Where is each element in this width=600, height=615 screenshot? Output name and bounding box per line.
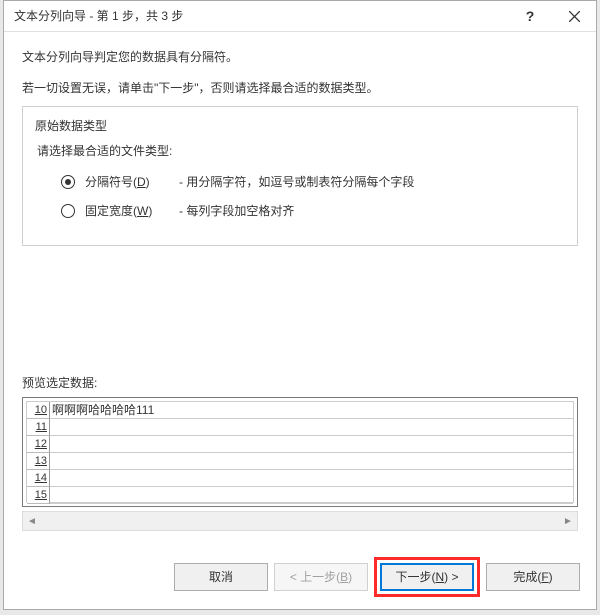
wizard-body: 文本分列向导判定您的数据具有分隔符。 若一切设置无误，请单击"下一步"，否则请选… xyxy=(4,32,596,541)
window-title: 文本分列向导 - 第 1 步，共 3 步 xyxy=(14,1,508,31)
radio-icon-selected xyxy=(61,175,75,189)
preview-row-text xyxy=(50,487,573,504)
preview-row: 15 xyxy=(27,487,573,504)
radio-fixed-label: 固定宽度(W) xyxy=(85,202,169,219)
title-bar: 文本分列向导 - 第 1 步，共 3 步 ? xyxy=(4,1,596,32)
preview-row-number: 12 xyxy=(27,436,50,453)
help-button[interactable]: ? xyxy=(508,1,552,31)
radio-delimited[interactable]: 分隔符号(D) - 用分隔字符，如逗号或制表符分隔每个字段 xyxy=(61,173,563,190)
next-button-highlight: 下一步(N) > xyxy=(374,557,480,597)
description-line-1: 文本分列向导判定您的数据具有分隔符。 xyxy=(22,48,578,65)
back-button: < 上一步(B) xyxy=(274,563,368,591)
scroll-right-icon[interactable]: ► xyxy=(559,512,577,530)
preview-row: 14 xyxy=(27,470,573,487)
radio-fixed-desc: - 每列字段加空格对齐 xyxy=(179,202,294,219)
preview-row: 13 xyxy=(27,453,573,470)
close-button[interactable] xyxy=(552,1,596,31)
radio-icon-unselected xyxy=(61,204,75,218)
button-row: 取消 < 上一步(B) 下一步(N) > 完成(F) xyxy=(174,557,580,597)
cancel-button[interactable]: 取消 xyxy=(174,563,268,591)
preview-row: 10啊啊啊哈哈哈哈111 xyxy=(27,402,573,419)
preview-row: 11 xyxy=(27,419,573,436)
description-line-2: 若一切设置无误，请单击"下一步"，否则请选择最合适的数据类型。 xyxy=(22,79,578,96)
wizard-window: 文本分列向导 - 第 1 步，共 3 步 ? 文本分列向导判定您的数据具有分隔符… xyxy=(3,0,597,610)
preview-row-text xyxy=(50,470,573,487)
finish-button[interactable]: 完成(F) xyxy=(486,563,580,591)
preview-row-number: 14 xyxy=(27,470,50,487)
preview-row-text xyxy=(50,436,573,453)
close-icon xyxy=(569,11,580,22)
preview-row: 12 xyxy=(27,436,573,453)
preview-row-text xyxy=(50,419,573,436)
preview-hscrollbar[interactable]: ◄ ► xyxy=(22,511,578,531)
scroll-left-icon[interactable]: ◄ xyxy=(23,512,41,530)
group-legend: 原始数据类型 xyxy=(31,117,111,134)
group-prompt: 请选择最合适的文件类型: xyxy=(37,142,563,159)
radio-delimited-label: 分隔符号(D) xyxy=(85,173,169,190)
preview-row-number: 15 xyxy=(27,487,50,504)
radio-fixed-width[interactable]: 固定宽度(W) - 每列字段加空格对齐 xyxy=(61,202,563,219)
preview-row-text xyxy=(50,453,573,470)
next-button[interactable]: 下一步(N) > xyxy=(380,563,474,591)
radio-delimited-desc: - 用分隔字符，如逗号或制表符分隔每个字段 xyxy=(179,173,414,190)
preview-row-text: 啊啊啊哈哈哈哈111 xyxy=(50,402,573,419)
preview-row-number: 10 xyxy=(27,402,50,419)
preview-box: 10啊啊啊哈哈哈哈1111112131415 xyxy=(22,397,578,507)
preview-caption: 预览选定数据: xyxy=(22,374,578,391)
preview-list: 10啊啊啊哈哈哈哈1111112131415 xyxy=(26,401,574,503)
original-data-type-group: 原始数据类型 请选择最合适的文件类型: 分隔符号(D) - 用分隔字符，如逗号或… xyxy=(22,106,578,246)
preview-row-number: 13 xyxy=(27,453,50,470)
preview-row-number: 11 xyxy=(27,419,50,436)
